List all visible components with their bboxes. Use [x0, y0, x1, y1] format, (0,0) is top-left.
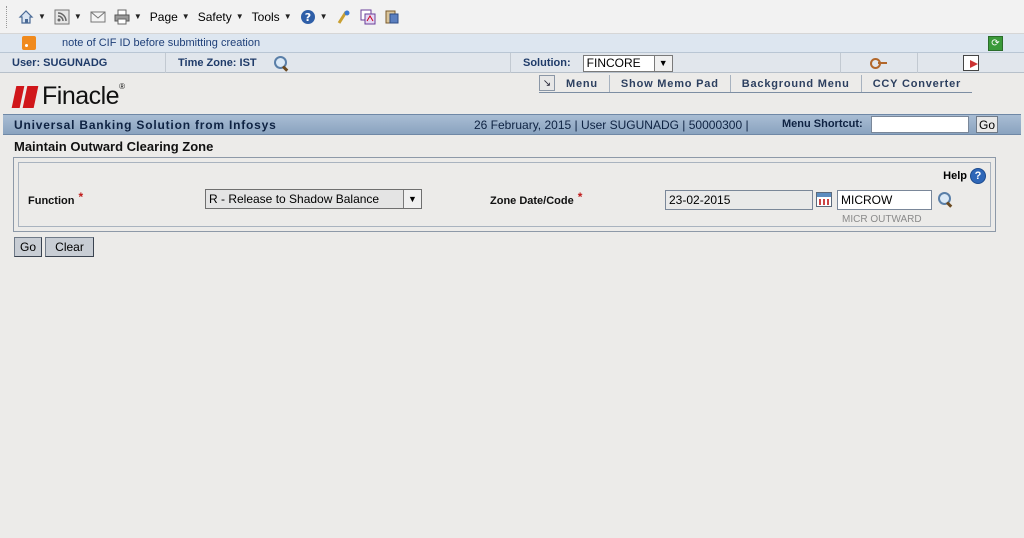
key-icon: [870, 56, 888, 70]
notification-text[interactable]: note of CIF ID before submitting creatio…: [62, 37, 260, 49]
home-icon: [18, 9, 34, 24]
browser-command-bar: ▼ ▼ ▼ Page ▼ Safety ▼ Tools ▼ ? ▼: [0, 0, 1024, 34]
current-user: User: SUGUNADG: [0, 53, 166, 73]
print-icon: [114, 9, 130, 24]
app-header: Finacle® ↘ Menu Show Memo Pad Background…: [0, 73, 1024, 114]
menu-shortcut-label: Menu Shortcut:: [782, 118, 863, 130]
tools-menu[interactable]: Tools ▼: [252, 6, 292, 28]
chevron-down-icon: ▼: [181, 12, 190, 21]
nav-menu[interactable]: Menu: [555, 75, 610, 92]
solution-select[interactable]: FINCORE ▼: [582, 54, 673, 72]
required-asterisk: *: [577, 190, 583, 204]
chevron-down-icon: ▼: [235, 12, 244, 21]
exit-icon: [963, 55, 979, 71]
time-zone: Time Zone: IST: [166, 53, 511, 73]
tools-menu-label: Tools: [251, 9, 280, 24]
research-icon: [337, 10, 350, 24]
help-icon: ?: [300, 9, 315, 24]
logo-text: Finacle®: [42, 82, 125, 110]
chevron-down-icon[interactable]: ▼: [403, 190, 421, 208]
solution-selector: Solution: FINCORE ▼: [511, 53, 841, 73]
print-dropdown-arrow[interactable]: ▼: [134, 12, 142, 21]
zone-code-description: MICR OUTWARD: [842, 214, 922, 225]
refresh-icon[interactable]: ⟳: [988, 36, 1003, 51]
mail-icon: [90, 11, 106, 22]
zone-date-code-label: Zone Date/Code *: [490, 190, 583, 207]
page-menu-label: Page: [149, 9, 178, 24]
home-button[interactable]: ▼: [18, 6, 46, 28]
form-inner-panel: Help ? Function * R - Release to Shadow B…: [18, 162, 991, 227]
chevron-down-icon: ▼: [319, 12, 328, 21]
chevron-down-icon: ▼: [283, 12, 292, 21]
search-icon[interactable]: [937, 191, 953, 207]
feeds-button[interactable]: ▼: [54, 6, 82, 28]
notification-bar: note of CIF ID before submitting creatio…: [0, 34, 1024, 53]
bookmark-icon: [385, 10, 399, 23]
page-title: Maintain Outward Clearing Zone: [14, 139, 214, 154]
required-asterisk: *: [78, 190, 84, 204]
time-zone-text: Time Zone: IST: [178, 57, 257, 69]
research-button[interactable]: [336, 6, 352, 28]
bookmark-button[interactable]: [384, 6, 400, 28]
zone-date-field[interactable]: 23-02-2015: [665, 190, 813, 210]
safety-menu-label: Safety: [197, 9, 232, 24]
solution-label: Solution:: [523, 57, 571, 69]
finacle-logo: Finacle®: [11, 82, 125, 111]
user-info-bar: User: SUGUNADG Time Zone: IST Solution: …: [0, 53, 1024, 73]
function-select[interactable]: R - Release to Shadow Balance ▼: [205, 189, 422, 209]
svg-text:?: ?: [304, 11, 310, 24]
go-button[interactable]: Go: [14, 237, 42, 257]
collapse-arrow-icon[interactable]: ↘: [539, 75, 555, 91]
clear-button[interactable]: Clear: [45, 237, 94, 257]
page-menu[interactable]: Page ▼: [150, 6, 190, 28]
safety-menu[interactable]: Safety ▼: [198, 6, 244, 28]
print-button[interactable]: ▼: [114, 6, 142, 28]
toolbar-grip[interactable]: [6, 5, 8, 28]
menu-shortcut-input[interactable]: [871, 116, 969, 133]
solution-value: FINCORE: [586, 56, 641, 70]
password-button[interactable]: [841, 53, 918, 73]
form-panel: Help ? Function * R - Release to Shadow B…: [13, 157, 996, 232]
function-label: Function *: [28, 190, 84, 207]
search-icon[interactable]: [273, 55, 289, 71]
logout-button[interactable]: [918, 53, 1024, 73]
home-dropdown-arrow[interactable]: ▼: [38, 12, 46, 21]
finacle-logo-mark: [11, 85, 39, 108]
top-navigation: ↘ Menu Show Memo Pad Background Menu CCY…: [539, 75, 973, 93]
menu-shortcut-go-button[interactable]: Go: [976, 116, 998, 133]
nav-ccy-converter[interactable]: CCY Converter: [862, 75, 972, 92]
feed-icon[interactable]: [22, 36, 36, 50]
nav-background-menu[interactable]: Background Menu: [731, 75, 862, 92]
chevron-down-icon[interactable]: ▼: [653, 55, 672, 71]
help-label: Help: [943, 170, 967, 182]
help-menu[interactable]: ? ▼: [300, 6, 328, 28]
nav-show-memo-pad[interactable]: Show Memo Pad: [610, 75, 731, 92]
zone-code-field[interactable]: MICROW: [837, 190, 932, 210]
function-value: R - Release to Shadow Balance: [209, 192, 380, 206]
session-info: 26 February, 2015 | User SUGUNADG | 5000…: [474, 118, 749, 132]
banner-title: Universal Banking Solution from Infosys: [14, 117, 277, 132]
feeds-dropdown-arrow[interactable]: ▼: [74, 12, 82, 21]
help-link[interactable]: Help ?: [943, 168, 986, 184]
rss-icon: [54, 9, 70, 24]
translate-button[interactable]: [360, 6, 376, 28]
translate-icon: [360, 9, 376, 24]
mail-button[interactable]: [90, 6, 106, 28]
help-icon: ?: [970, 168, 986, 184]
info-banner: Universal Banking Solution from Infosys …: [3, 114, 1021, 135]
calendar-icon[interactable]: [816, 192, 832, 207]
